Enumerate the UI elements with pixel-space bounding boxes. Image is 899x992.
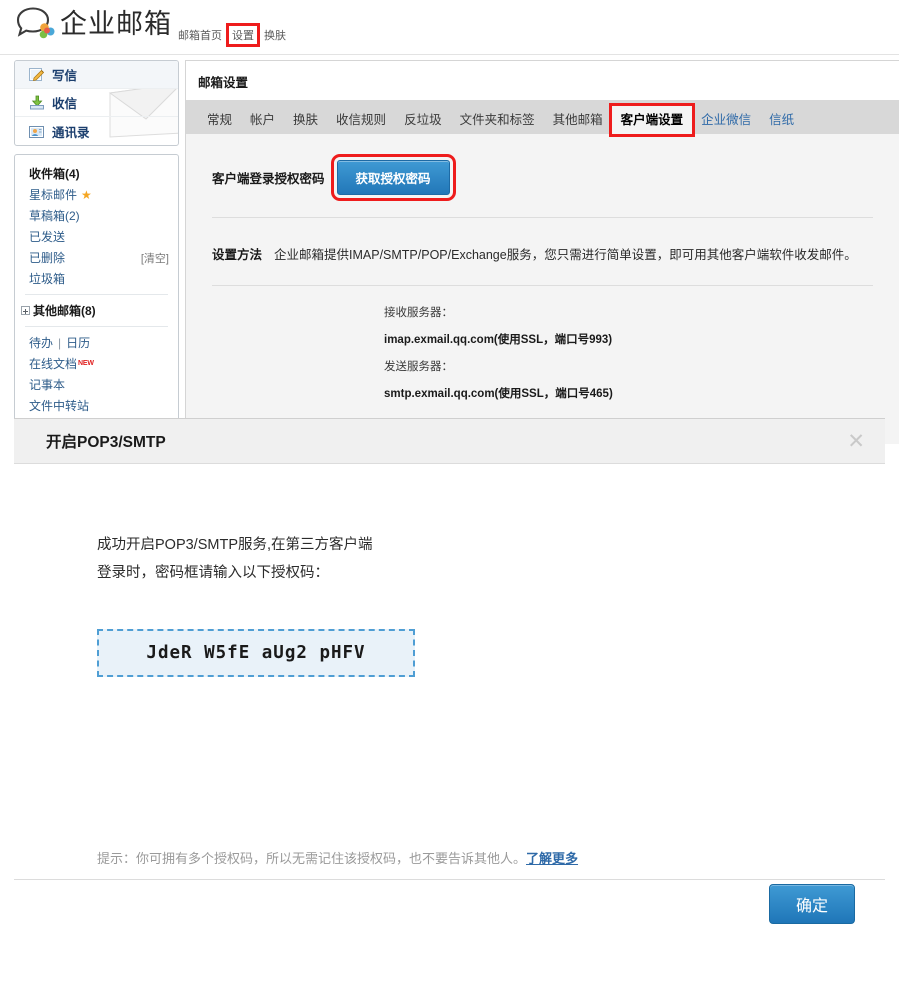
sidebar-divider-1 <box>25 294 168 295</box>
screenshot-root: 企业邮箱 邮箱首页 设置 换肤 写信 收信 通讯录 收件箱(4) 星标邮件 ★ … <box>0 0 899 992</box>
page-title: 邮箱设置 <box>198 76 249 90</box>
sidebar-folder-deleted-clear-link[interactable]: [清空] <box>141 250 169 266</box>
get-password-button[interactable]: 获取授权密码 <box>336 160 450 195</box>
client-settings-panel: 客户端登录授权密码 获取授权密码 设置方法 企业邮箱提供IMAP/SMTP/PO… <box>186 134 899 444</box>
sidebar-folder-drafts-label: 草稿箱(2) <box>29 209 80 223</box>
app-body: 写信 收信 通讯录 收件箱(4) 星标邮件 ★ 草稿箱(2) 已发送 已删除 [… <box>0 55 899 444</box>
setup-method-label: 设置方法 <box>212 248 263 262</box>
sidebar-tool-calendar-label: 日历 <box>66 336 91 350</box>
settings-tabstrip: 常规 帐户 换肤 收信规则 反垃圾 文件夹和标签 其他邮箱 客户端设置 企业微信… <box>186 100 899 137</box>
inbox-download-icon <box>29 95 45 110</box>
sidebar-folder-drafts[interactable]: 草稿箱(2) <box>15 205 178 226</box>
sidebar-item-compose[interactable]: 写信 <box>15 61 178 89</box>
dialog-left-column: 成功开启POP3/SMTP服务,在第三方客户端 登录时，密码框请输入以下授权码：… <box>97 531 427 677</box>
sidebar-tool-file-transfer[interactable]: 文件中转站 <box>15 395 178 416</box>
sidebar-tools-todo-calendar[interactable]: 待办 | 日历 <box>15 332 178 353</box>
tab-stationery[interactable]: 信纸 <box>760 106 803 134</box>
sidebar-folder-starred-label: 星标邮件 <box>29 188 78 202</box>
tab-other-mailboxes[interactable]: 其他邮箱 <box>544 106 612 134</box>
brand-links: 邮箱首页 设置 换肤 <box>178 23 286 47</box>
dialog-paragraph-line-2: 登录时，密码框请输入以下授权码： <box>97 565 329 581</box>
sidebar-folder-deleted[interactable]: 已删除 [清空] <box>15 247 178 268</box>
sidebar: 写信 收信 通讯录 收件箱(4) 星标邮件 ★ 草稿箱(2) 已发送 已删除 [… <box>14 60 179 423</box>
sidebar-tool-notepad-label: 记事本 <box>29 378 66 392</box>
close-x-icon[interactable]: ✕ <box>843 430 869 452</box>
sidebar-folder-spam-label: 垃圾箱 <box>29 272 66 286</box>
brand-link-skin[interactable]: 换肤 <box>264 27 286 43</box>
compose-pencil-icon <box>29 67 45 82</box>
tab-wecom[interactable]: 企业微信 <box>692 106 760 134</box>
brand-link-home[interactable]: 邮箱首页 <box>178 27 222 43</box>
sidebar-folder-spam[interactable]: 垃圾箱 <box>15 268 178 289</box>
plus-box-expander-icon[interactable] <box>21 306 30 315</box>
dialog-header: 开启POP3/SMTP ✕ <box>14 419 885 464</box>
sidebar-tool-online-docs-label: 在线文档 <box>29 357 78 371</box>
star-icon: ★ <box>81 187 92 202</box>
tab-folders-and-labels[interactable]: 文件夹和标签 <box>451 106 544 134</box>
brand-title: 企业邮箱 <box>60 9 172 39</box>
sidebar-folder-deleted-label: 已删除 <box>29 251 66 265</box>
brand-link-settings[interactable]: 设置 <box>226 23 260 47</box>
incoming-server-label: 接收服务器： <box>384 307 453 319</box>
get-password-button-highlight: 获取授权密码 <box>330 154 456 201</box>
sidebar-divider-2 <box>25 326 168 327</box>
brand-bar: 企业邮箱 邮箱首页 设置 换肤 <box>0 0 899 55</box>
pop3-smtp-dialog: 开启POP3/SMTP ✕ 成功开启POP3/SMTP服务,在第三方客户端 登录… <box>14 418 885 974</box>
auth-password-row: 客户端登录授权密码 获取授权密码 <box>186 134 899 201</box>
outgoing-server-value: smtp.exmail.qq.com(使用SSL，端口号465) <box>384 388 613 400</box>
sidebar-folder-panel: 收件箱(4) 星标邮件 ★ 草稿箱(2) 已发送 已删除 [清空] 垃圾箱 其他… <box>14 154 179 423</box>
dialog-body: 成功开启POP3/SMTP服务,在第三方客户端 登录时，密码框请输入以下授权码：… <box>14 464 885 927</box>
new-badge: NEW <box>78 360 94 367</box>
sidebar-item-contacts[interactable]: 通讯录 <box>15 117 178 145</box>
sidebar-tools-separator: | <box>58 335 62 350</box>
sidebar-folder-inbox[interactable]: 收件箱(4) <box>15 163 178 184</box>
sidebar-tool-file-transfer-label: 文件中转站 <box>29 399 90 413</box>
dialog-hint: 提示：你可拥有多个授权码，所以无需记住该授权码，也不要告诉其他人。了解更多 <box>97 848 578 867</box>
setup-method-text: 企业邮箱提供IMAP/SMTP/POP/Exchange服务，您只需进行简单设置… <box>274 248 857 262</box>
sidebar-item-receive-label: 收信 <box>52 97 78 111</box>
tab-account[interactable]: 帐户 <box>241 106 284 134</box>
auth-password-label: 客户端登录授权密码 <box>212 172 325 186</box>
sidebar-actions-panel: 写信 收信 通讯录 <box>14 60 179 146</box>
dialog-hint-text: 提示：你可拥有多个授权码，所以无需记住该授权码，也不要告诉其他人。 <box>97 851 527 866</box>
sidebar-folder-sent-label: 已发送 <box>29 230 66 244</box>
sidebar-folder-sent[interactable]: 已发送 <box>15 226 178 247</box>
learn-more-link[interactable]: 了解更多 <box>526 851 578 866</box>
sidebar-item-contacts-label: 通讯录 <box>52 125 90 140</box>
outgoing-server-label: 发送服务器： <box>384 361 453 373</box>
dialog-title: 开启POP3/SMTP <box>46 434 166 451</box>
incoming-server-value: imap.exmail.qq.com(使用SSL，端口号993) <box>384 334 613 346</box>
sidebar-tool-notepad[interactable]: 记事本 <box>15 374 178 395</box>
server-info-block: 接收服务器： imap.exmail.qq.com(使用SSL，端口号993) … <box>186 286 899 401</box>
auth-code-box[interactable]: JdeR W5fE aUg2 pHFV <box>97 629 415 677</box>
auth-code-value: JdeR W5fE aUg2 pHFV <box>146 643 366 663</box>
confirm-button[interactable]: 确定 <box>768 883 855 924</box>
tab-skin[interactable]: 换肤 <box>284 106 327 134</box>
dialog-footer: 确定 <box>14 879 885 927</box>
contacts-card-icon <box>29 124 45 139</box>
tab-anti-spam[interactable]: 反垃圾 <box>395 106 451 134</box>
sidebar-item-receive[interactable]: 收信 <box>15 89 178 117</box>
sidebar-group-other-mailboxes-label: 其他邮箱(8) <box>33 304 96 318</box>
brand-logo-wrap: 企业邮箱 <box>14 6 172 42</box>
speech-bubble-logo-icon <box>14 6 56 42</box>
dialog-paragraph-line-1: 成功开启POP3/SMTP服务,在第三方客户端 <box>97 537 373 553</box>
tab-client-settings[interactable]: 客户端设置 <box>608 103 696 137</box>
tab-general[interactable]: 常规 <box>198 106 241 134</box>
sidebar-folder-starred[interactable]: 星标邮件 ★ <box>15 184 178 205</box>
content-card: 邮箱设置 常规 帐户 换肤 收信规则 反垃圾 文件夹和标签 其他邮箱 客户端设置… <box>185 60 899 444</box>
sidebar-tool-online-docs[interactable]: 在线文档 NEW <box>15 353 178 374</box>
tab-receive-rules[interactable]: 收信规则 <box>327 106 395 134</box>
setup-method-row: 设置方法 企业邮箱提供IMAP/SMTP/POP/Exchange服务，您只需进… <box>186 218 899 263</box>
sidebar-folder-inbox-label: 收件箱(4) <box>29 167 80 181</box>
sidebar-tool-todo-label: 待办 <box>29 336 54 350</box>
sidebar-group-other-mailboxes[interactable]: 其他邮箱(8) <box>15 300 178 321</box>
sidebar-item-compose-label: 写信 <box>52 69 78 83</box>
